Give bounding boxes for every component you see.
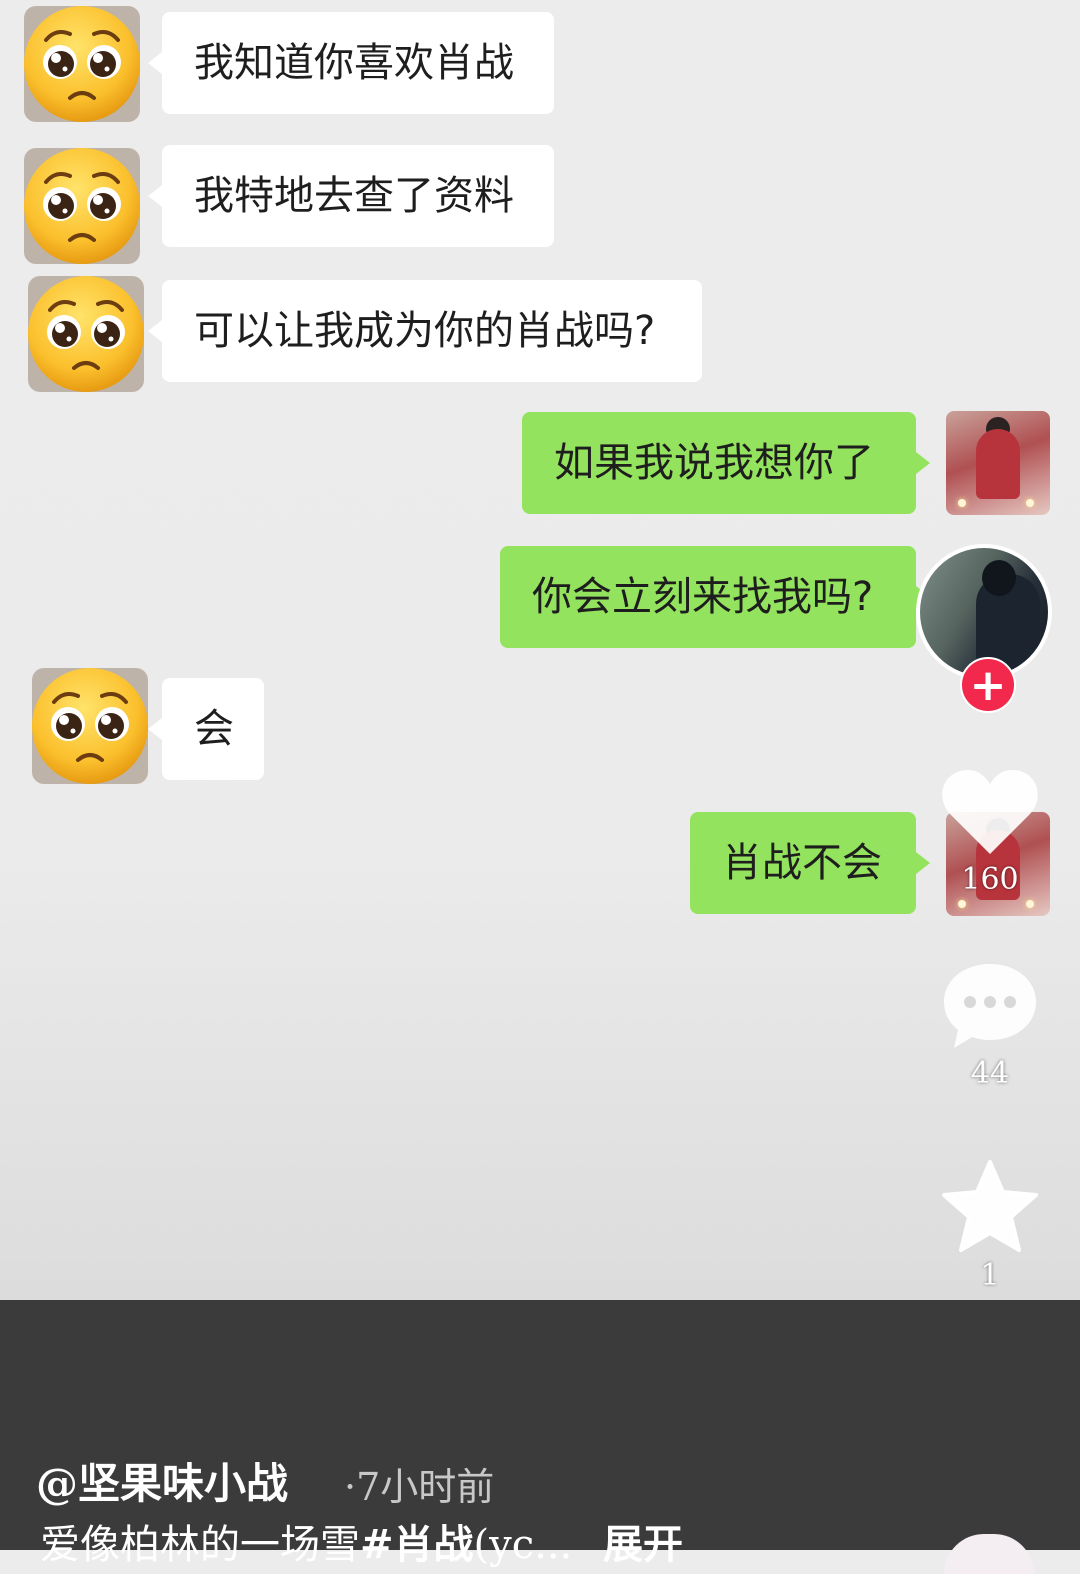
chat-area: 我知道你喜欢肖战 我特地去查了资料 可以让我成为你的肖战吗? 如果我说我想你了 …: [0, 0, 1080, 1300]
like-count: 160: [961, 862, 1019, 897]
message-bubble: 可以让我成为你的肖战吗?: [148, 280, 702, 382]
comment-count: 44: [970, 1056, 1010, 1091]
message-text: 可以让我成为你的肖战吗?: [194, 308, 656, 354]
post-time: ·7小时前: [344, 1465, 495, 1509]
comment-button[interactable]: 44: [930, 960, 1050, 1091]
message-bubble: 会: [148, 678, 264, 780]
star-icon: [942, 1160, 1038, 1252]
sender-avatar[interactable]: [18, 142, 146, 270]
post-caption[interactable]: 爱像柏林的一场雪#肖战(yc... 展开: [40, 1512, 800, 1570]
heart-icon: [942, 770, 1038, 854]
favorite-count: 1: [980, 1258, 1000, 1293]
message-bubble: 你会立刻来找我吗?: [500, 546, 930, 648]
message-bubble: 我特地去查了资料: [148, 145, 554, 247]
author-name[interactable]: @坚果味小战: [36, 1450, 288, 1511]
sender-avatar[interactable]: [18, 0, 146, 128]
comment-bubble-icon: [944, 964, 1036, 1048]
sender-avatar[interactable]: [26, 662, 154, 790]
message-bubble: 肖战不会: [690, 812, 930, 914]
caption-text: 爱像柏林的一场雪: [40, 1522, 360, 1568]
message-text: 你会立刻来找我吗?: [532, 574, 874, 620]
message-text: 肖战不会: [722, 840, 882, 886]
message-text: 我特地去查了资料: [194, 173, 514, 219]
like-button[interactable]: 160: [930, 766, 1050, 897]
message-bubble: 我知道你喜欢肖战: [148, 12, 554, 114]
favorite-button[interactable]: 1: [930, 1158, 1050, 1293]
caption-tail: (yc...: [473, 1522, 573, 1568]
sender-avatar[interactable]: [22, 270, 150, 398]
message-bubble: 如果我说我想你了: [522, 412, 930, 514]
message-text: 我知道你喜欢肖战: [194, 40, 514, 86]
message-text: 会: [194, 706, 234, 752]
message-text: 如果我说我想你了: [554, 440, 874, 486]
expand-link[interactable]: 展开: [603, 1521, 683, 1568]
plus-icon[interactable]: +: [960, 657, 1016, 713]
user-avatar[interactable]: [946, 411, 1050, 515]
hashtag-link[interactable]: #肖战: [360, 1521, 474, 1568]
